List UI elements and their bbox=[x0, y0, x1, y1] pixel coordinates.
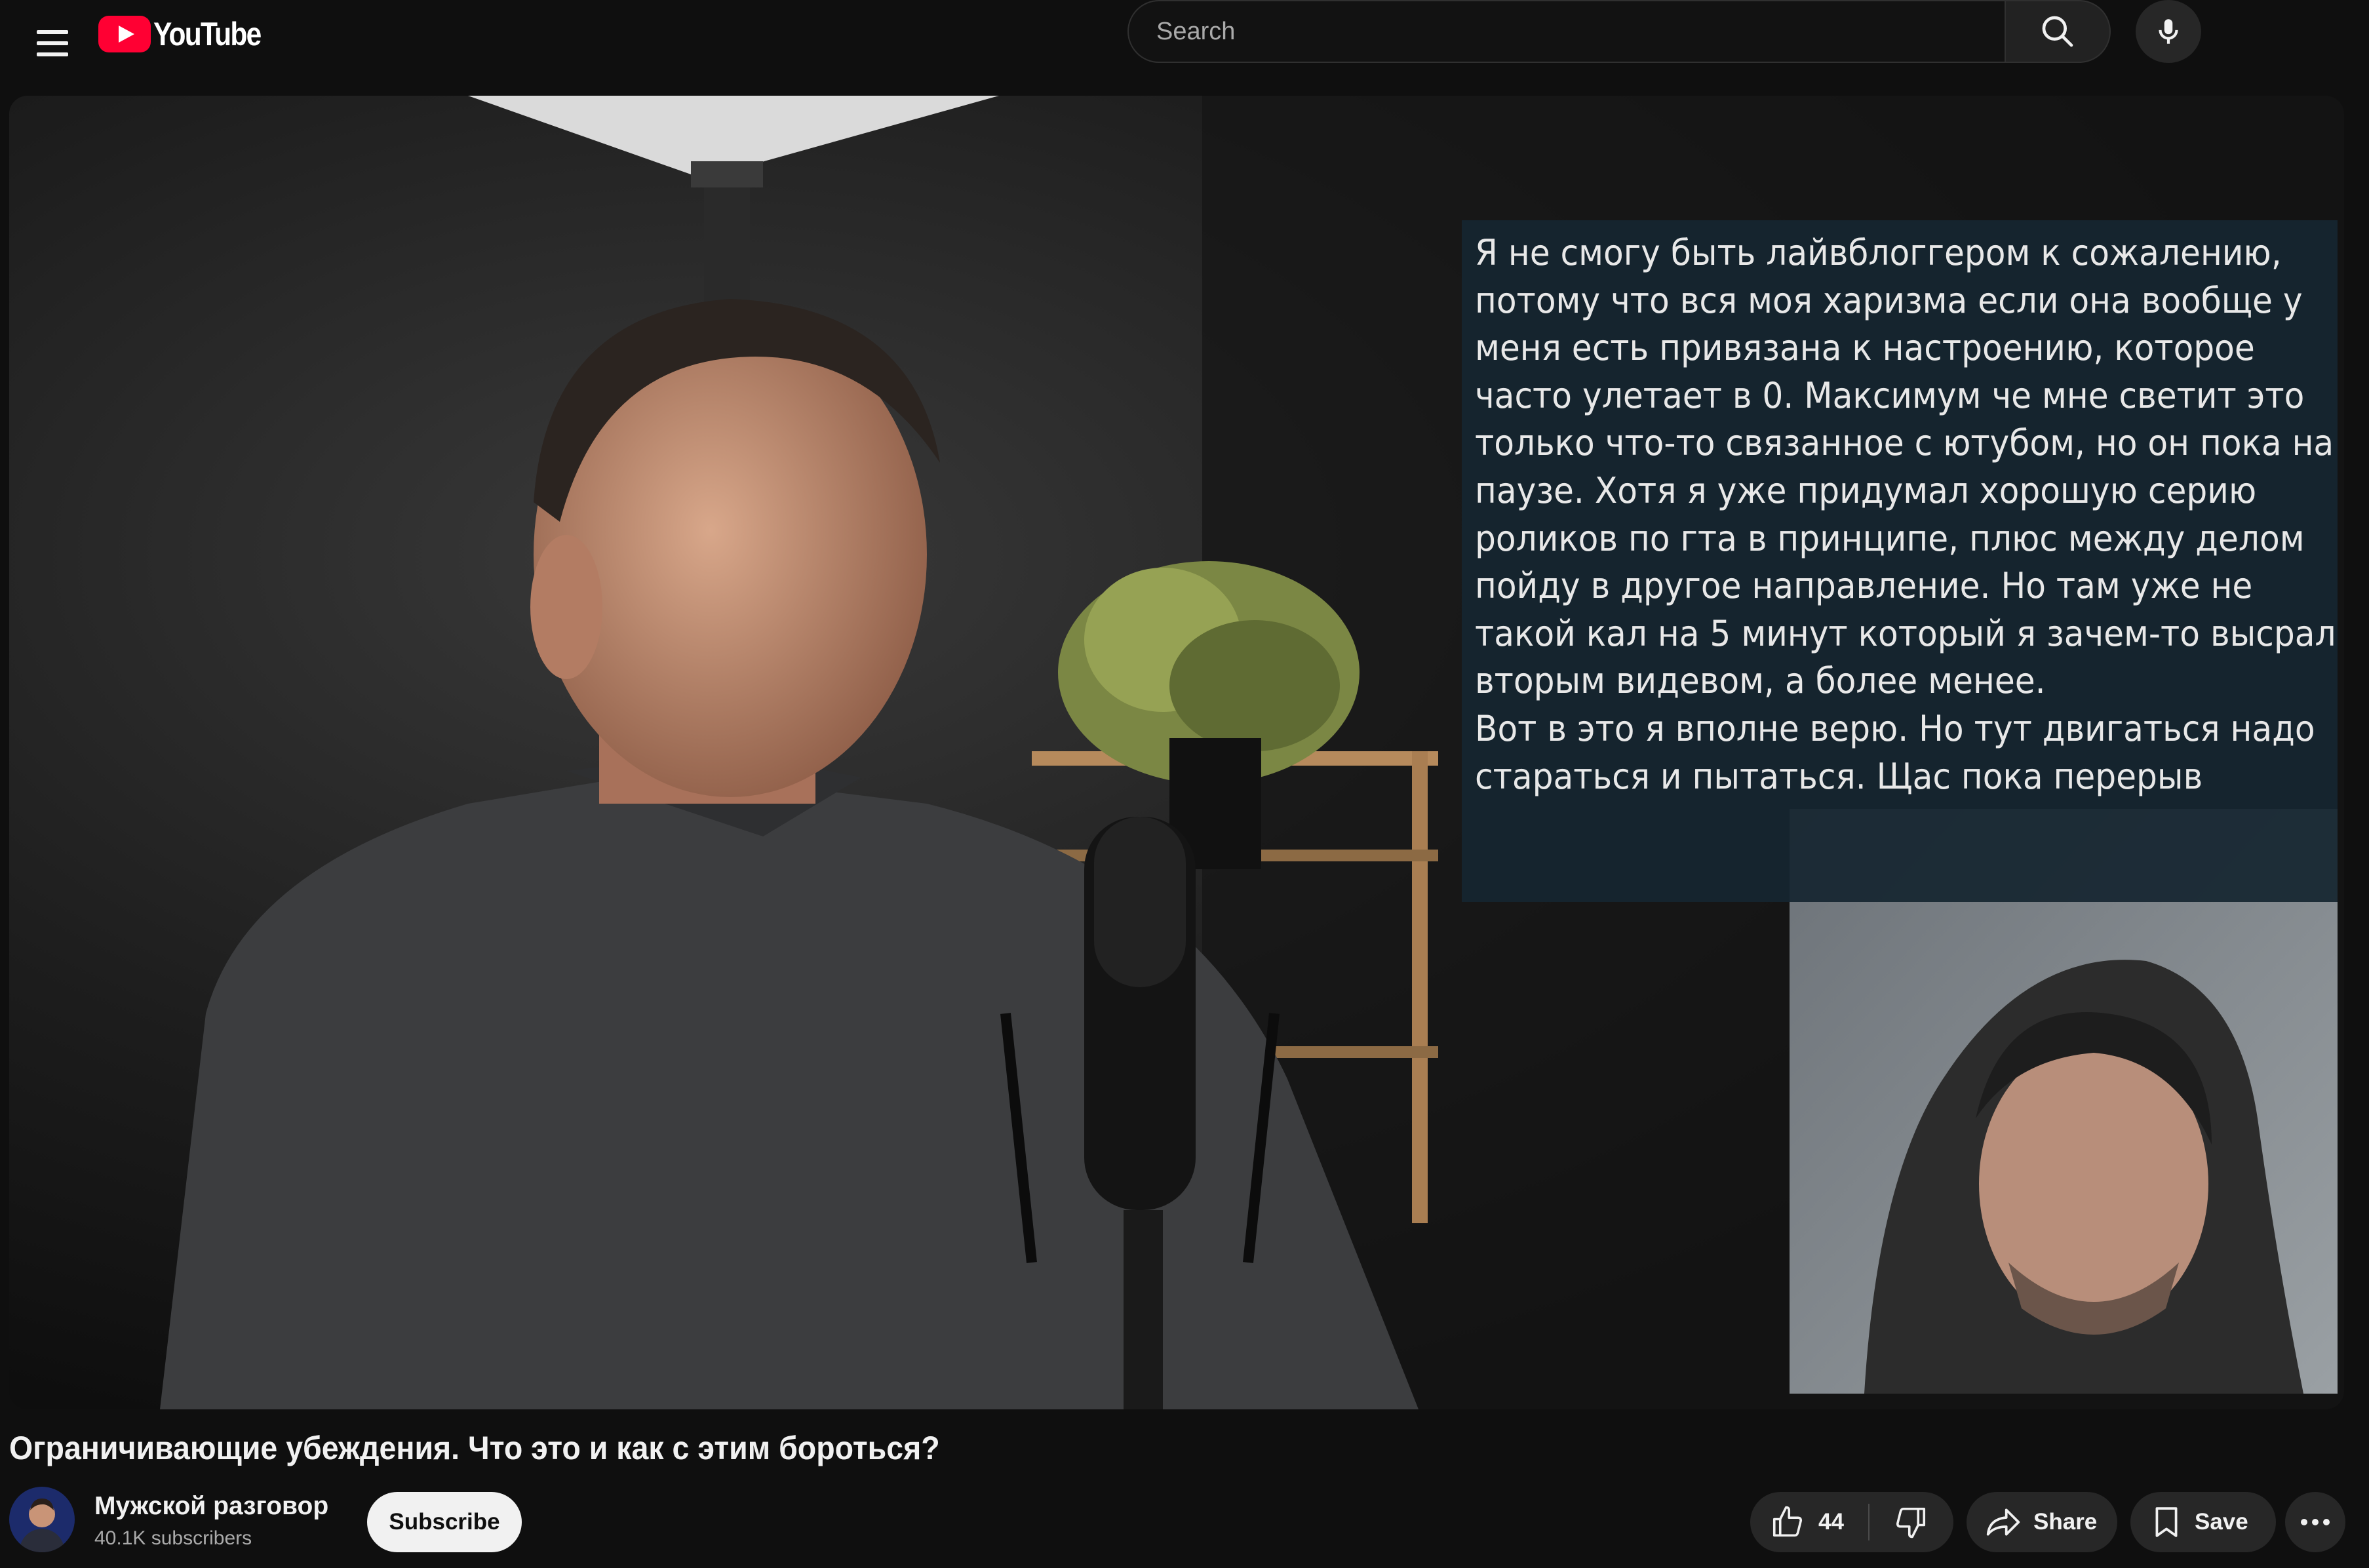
thumbs-up-icon bbox=[1772, 1506, 1803, 1537]
dislike-button[interactable] bbox=[1870, 1492, 1952, 1552]
masthead: YouTube bbox=[0, 0, 2369, 92]
search-button[interactable] bbox=[2005, 0, 2111, 63]
caption-line: только что-то связанное с ютубом, но он … bbox=[1475, 422, 2334, 464]
save-button[interactable]: Save bbox=[2130, 1492, 2276, 1552]
like-dislike-group: 44 bbox=[1750, 1492, 1953, 1552]
thumbs-down-icon bbox=[1896, 1507, 1926, 1539]
caption-line: меня есть привязана к настроению, которо… bbox=[1475, 327, 2255, 369]
share-button[interactable]: Share bbox=[1967, 1492, 2117, 1552]
youtube-logo[interactable]: YouTube bbox=[98, 14, 279, 54]
caption-line: паузе. Хотя я уже придумал хорошую серию bbox=[1475, 469, 2257, 511]
video-title: Ограничивающие убеждения. Что это и как … bbox=[9, 1430, 940, 1466]
caption-line: пойду в другое направление. Но там уже н… bbox=[1475, 565, 2253, 607]
search-box bbox=[1127, 0, 2006, 63]
caption-line: Вот в это я вполне верю. Но тут двигатьс… bbox=[1475, 707, 2315, 749]
logo-text: YouTube bbox=[153, 16, 262, 52]
caption-line: такой кал на 5 минут который я зачем-то … bbox=[1475, 612, 2336, 654]
caption-overlay: Я не смогу быть лайвблоггером к сожалени… bbox=[1462, 220, 2338, 902]
caption-line: потому что вся моя харизма если она вооб… bbox=[1475, 279, 2303, 321]
share-label: Share bbox=[2033, 1509, 2098, 1535]
search-icon bbox=[2042, 16, 2073, 47]
save-label: Save bbox=[2195, 1509, 2248, 1535]
subscribe-button[interactable]: Subscribe bbox=[367, 1492, 522, 1552]
avatar-image bbox=[9, 1487, 75, 1552]
caption-line: Я не смогу быть лайвблоггером к сожалени… bbox=[1475, 232, 2282, 273]
youtube-play-icon bbox=[98, 16, 151, 52]
caption-line: часто улетает в 0. Максимум че мне свети… bbox=[1475, 374, 2305, 416]
more-horizontal-icon bbox=[2301, 1519, 2330, 1525]
bookmark-icon bbox=[2155, 1507, 2178, 1537]
channel-name[interactable]: Мужской разговор bbox=[94, 1492, 328, 1521]
subscriber-count: 40.1K subscribers bbox=[94, 1527, 252, 1549]
caption-line: роликов по гта в принципе, плюс между де… bbox=[1475, 517, 2305, 559]
like-count: 44 bbox=[1818, 1509, 1844, 1535]
more-actions-button[interactable] bbox=[2285, 1492, 2345, 1552]
video-player[interactable]: Я не смогу быть лайвблоггером к сожалени… bbox=[9, 96, 2344, 1409]
search-input[interactable] bbox=[1155, 16, 2006, 47]
caption-line: стараться и пытаться. Щас пока перерыв bbox=[1475, 755, 2203, 797]
voice-search-button[interactable] bbox=[2136, 0, 2201, 63]
like-button[interactable]: 44 bbox=[1750, 1492, 1868, 1552]
channel-avatar[interactable] bbox=[9, 1487, 75, 1552]
hamburger-menu-icon[interactable] bbox=[20, 10, 85, 76]
share-arrow-icon bbox=[1986, 1508, 2020, 1536]
mic-icon bbox=[2159, 19, 2178, 44]
caption-line: вторым видевом, а более менее. bbox=[1475, 660, 2046, 702]
